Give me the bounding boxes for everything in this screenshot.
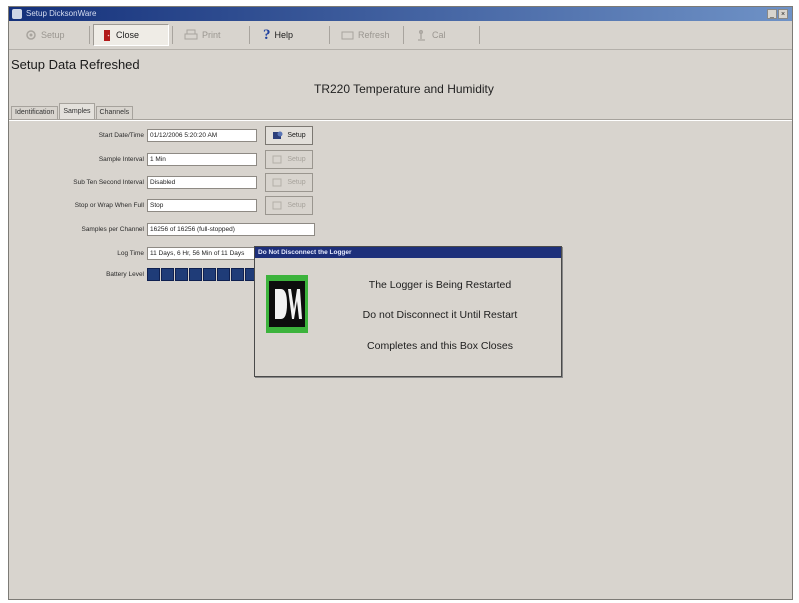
sub-ten-second-label: Sub Ten Second Interval (73, 179, 144, 186)
app-icon (12, 9, 22, 19)
tab-channels[interactable]: Channels (95, 106, 134, 119)
stop-wrap-field[interactable]: Stop (147, 199, 257, 212)
status-message: Setup Data Refreshed (11, 57, 140, 72)
samples-per-channel-field: 16256 of 16256 (full-stopped) (147, 223, 315, 236)
sample-interval-label: Sample Interval (98, 156, 144, 163)
toolbar-separator (172, 26, 173, 44)
stop-wrap-label: Stop or Wrap When Full (74, 202, 144, 209)
help-toolbar-button[interactable]: ? Help (255, 24, 325, 46)
interval-setup-button[interactable]: Setup (265, 150, 313, 169)
device-title: TR220 Temperature and Humidity (314, 82, 494, 96)
battery-cell (203, 268, 216, 281)
battery-cell (217, 268, 230, 281)
minimize-button[interactable]: _ (767, 9, 777, 19)
stopwrap-setup-button[interactable]: Setup (265, 196, 313, 215)
tab-samples[interactable]: Samples (59, 103, 95, 119)
toolbar-separator (329, 26, 330, 44)
battery-level-label: Battery Level (106, 271, 144, 278)
tab-identification[interactable]: Identification (11, 106, 59, 119)
dialog-line-1: The Logger is Being Restarted (368, 279, 512, 291)
toolbar-separator (403, 26, 404, 44)
window-title: Setup DicksonWare (26, 9, 97, 18)
toolbar-separator (89, 26, 90, 44)
battery-cell (189, 268, 202, 281)
help-toolbar-label: Help (274, 30, 294, 40)
main-window: Setup DicksonWare _ × Setup Close Print … (8, 6, 793, 600)
cal-toolbar-label: Cal (432, 30, 446, 40)
sample-interval-field[interactable]: 1 Min (147, 153, 257, 166)
restart-dialog: Do Not Disconnect the Logger The Logger … (254, 246, 562, 377)
setup-gear-icon (273, 131, 283, 139)
title-bar[interactable]: Setup DicksonWare _ × (9, 7, 792, 21)
refresh-toolbar-button[interactable]: Refresh (333, 24, 401, 46)
toolbar: Setup Close Print ? Help Refresh Cal (9, 21, 792, 50)
print-toolbar-label: Print (202, 30, 221, 40)
battery-cell (175, 268, 188, 281)
dialog-line-2: Do not Disconnect it Until Restart (362, 309, 518, 321)
start-setup-button[interactable]: Setup (265, 126, 313, 145)
battery-cell (147, 268, 160, 281)
battery-cell (161, 268, 174, 281)
cal-toolbar-button[interactable]: Cal (407, 24, 477, 46)
refresh-toolbar-label: Refresh (358, 30, 390, 40)
start-setup-label: Setup (287, 132, 306, 139)
log-time-field: 11 Days, 6 Hr, 56 Min of 11 Days (147, 247, 257, 260)
stopwrap-setup-label: Setup (287, 202, 306, 209)
refresh-icon (341, 31, 354, 39)
print-toolbar-button[interactable]: Print (176, 24, 246, 46)
toolbar-separator (249, 26, 250, 44)
close-door-icon (104, 29, 110, 41)
tab-bar: Identification Samples Channels (11, 103, 134, 119)
dialog-title[interactable]: Do Not Disconnect the Logger (255, 247, 561, 258)
dialog-line-3: Completes and this Box Closes (367, 340, 513, 352)
printer-icon (184, 29, 198, 40)
sub-ten-second-field[interactable]: Disabled (147, 176, 257, 189)
close-toolbar-button[interactable]: Close (93, 24, 169, 46)
samples-per-channel-label: Samples per Channel (81, 226, 144, 233)
window-controls: _ × (767, 9, 788, 19)
setup-gear-icon (272, 178, 282, 187)
battery-level-meter (147, 268, 258, 281)
setup-gear-icon (272, 155, 282, 164)
start-datetime-field[interactable]: 01/12/2006 5:20:20 AM (147, 129, 257, 142)
subten-setup-button[interactable]: Setup (265, 173, 313, 192)
setup-icon (26, 30, 36, 40)
tab-divider (9, 119, 792, 121)
close-toolbar-label: Close (116, 30, 140, 40)
log-time-label: Log Time (117, 250, 144, 257)
help-icon: ? (263, 26, 271, 43)
setup-gear-icon (272, 201, 282, 210)
subten-setup-label: Setup (287, 179, 306, 186)
toolbar-separator (479, 26, 480, 44)
setup-toolbar-label: Setup (41, 30, 65, 40)
battery-cell (231, 268, 244, 281)
start-datetime-label: Start Date/Time (98, 132, 144, 139)
setup-toolbar-button[interactable]: Setup (17, 24, 87, 46)
dicksonware-logo-icon (266, 275, 308, 333)
close-window-button[interactable]: × (778, 9, 788, 19)
calibrate-icon (418, 29, 425, 41)
interval-setup-label: Setup (287, 156, 306, 163)
